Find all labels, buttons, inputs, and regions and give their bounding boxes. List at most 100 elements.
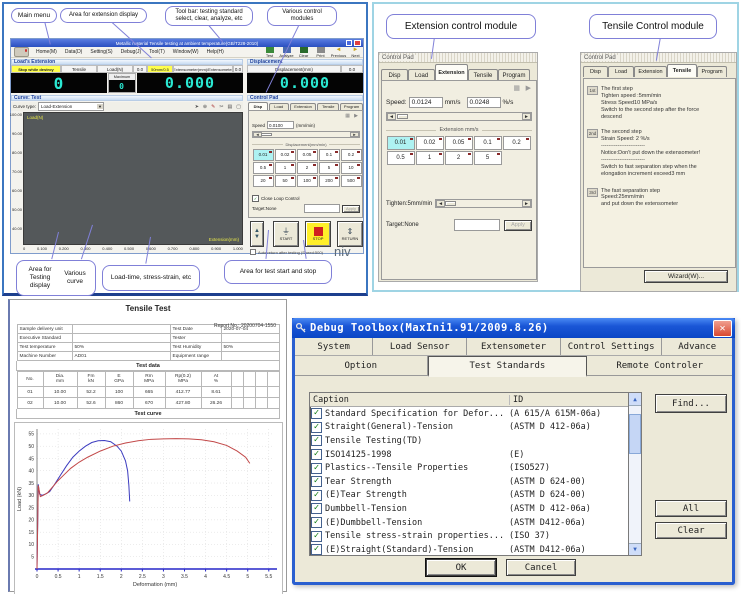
speed-20[interactable]: 20 [253,175,274,187]
checkbox-checked[interactable]: ✓ [311,503,322,514]
speed-0.01[interactable]: 0.01 [387,136,415,150]
checkbox-checked[interactable]: ✓ [311,422,322,433]
speed-slider[interactable]: ◄► [386,112,532,121]
toolbar-clear-button[interactable]: Clear [295,47,312,58]
list-item[interactable]: ✓Plastics--Tensile Properties(ISO527) [310,461,628,475]
list-item[interactable]: ✓Tear Strength(ASTM D 624-00) [310,475,628,489]
apply-button[interactable]: Apply [342,205,360,213]
find-button[interactable]: Find... [655,394,727,413]
tighten-slider[interactable]: ◄► [435,199,532,208]
tab-disp[interactable]: Disp [583,66,608,77]
cancel-button[interactable]: Cancel [506,559,576,576]
chart-mini-icon[interactable]: ▦ [513,84,520,92]
stop-while-destroy[interactable]: Stop while destroy [11,65,61,73]
speed-0.5[interactable]: 0.5 [253,162,274,174]
list-item[interactable]: ✓Tensile Testing(TD) [310,434,628,448]
list-item[interactable]: ✓ISO14125-1998(E) [310,448,628,462]
stop-button[interactable]: STOP [305,221,331,247]
speed-10[interactable]: 10 [341,162,362,174]
print-curve-icon[interactable]: ▤ [228,104,233,110]
curve-plot-area[interactable]: Load(N) Extension(mm) [23,112,243,245]
tab-tensile[interactable]: Tensile [667,64,697,77]
target-input[interactable] [304,204,340,213]
tab-extension[interactable]: Extension [435,64,468,81]
column-caption[interactable]: Caption [310,395,510,405]
all-button[interactable]: All [655,500,727,517]
pen-icon[interactable]: ✎ [211,104,215,110]
tab-control-settings[interactable]: Control Settings [561,338,663,355]
speed-0.1[interactable]: 0.1 [319,149,340,161]
scroll-up-icon[interactable]: ▲ [629,393,641,406]
speed-0.02[interactable]: 0.02 [275,149,296,161]
menu-item-debug[interactable]: Debug(J) [121,49,142,55]
speed-5[interactable]: 5 [474,151,502,165]
speed-pct-input[interactable]: 0.0248 [467,97,501,108]
menu-item-setting[interactable]: Setting(S) [90,49,112,55]
speed-2[interactable]: 2 [297,162,318,174]
tab-load[interactable]: Load [608,66,634,77]
ok-button[interactable]: OK [426,559,496,576]
checkbox-checked[interactable]: ✓ [311,476,322,487]
play-icon[interactable]: ▶ [526,84,531,92]
list-item[interactable]: ✓Tensile stress-strain properties...(ISO… [310,529,628,543]
tab-disp[interactable]: Disp [248,102,268,110]
close-loop-checkbox[interactable]: ✓ [252,195,259,202]
tab-load-sensor[interactable]: Load Sensor [373,338,467,355]
jog-button[interactable]: ▲ ▼ [250,221,264,247]
checkbox-checked[interactable]: ✓ [311,408,322,419]
speed-input[interactable]: 0.0100 [267,121,294,129]
checkbox-checked[interactable]: ✓ [311,531,322,542]
minimize-button[interactable] [346,40,352,46]
tab-remote-controler[interactable]: Remote Controler [587,356,732,375]
speed-2[interactable]: 2 [445,151,473,165]
tab-extensometer[interactable]: Extensometer [467,338,561,355]
checkbox-checked[interactable]: ✓ [311,449,322,460]
list-item[interactable]: ✓(E)Tear Strength(ASTM D 624-00) [310,489,628,503]
target-input[interactable] [454,219,500,231]
toolbar-next-button[interactable]: ►Next [348,47,363,58]
tab-extension[interactable]: Extension [634,66,667,77]
tab-advance[interactable]: Advance [662,338,732,355]
wizard-button[interactable]: Wizard(W)... [644,270,728,283]
checkbox-checked[interactable]: ✓ [311,544,322,555]
tab-load[interactable]: Load [269,103,289,110]
checkbox-checked[interactable]: ✓ [311,463,322,474]
speed-0.2[interactable]: 0.2 [503,136,531,150]
speed-0.02[interactable]: 0.02 [416,136,444,150]
chart-mini-icon[interactable]: ▦ [345,113,350,119]
auto-return-checkbox[interactable] [250,249,256,255]
speed-0.5[interactable]: 0.5 [387,151,415,165]
speed-slider[interactable]: ◄► [252,131,360,138]
scroll-down-icon[interactable]: ▼ [629,543,641,555]
window-icon[interactable]: ▢ [236,104,241,110]
speed-500[interactable]: 500 [341,175,362,187]
column-id[interactable]: ID [510,395,628,405]
menu-item-home[interactable]: Home(M) [36,49,57,55]
checkbox-checked[interactable]: ✓ [311,435,322,446]
speed-0.05[interactable]: 0.05 [297,149,318,161]
tab-tensile[interactable]: Tensile [317,103,339,110]
close-button[interactable] [354,40,361,46]
tab-test-standards[interactable]: Test Standards [428,356,588,377]
speed-100[interactable]: 100 [297,175,318,187]
start-button[interactable]: ⏚ START [273,221,299,247]
dialog-title-bar[interactable]: Debug Toolbox(MaxIni1.91/2009.8.26) ✕ [292,318,735,338]
speed-0.01[interactable]: 0.01 [253,149,274,161]
checkbox-checked[interactable]: ✓ [311,517,322,528]
speed-5[interactable]: 5 [319,162,340,174]
list-item[interactable]: ✓(E)Straight(Standard)-Tension(ASTM D412… [310,543,628,556]
cursor-icon[interactable]: ➤ [195,104,199,110]
speed-mm-input[interactable]: 0.0124 [409,97,443,108]
speed-50[interactable]: 50 [275,175,296,187]
toolbar-test-button[interactable]: Test [261,47,278,58]
speed-0.2[interactable]: 0.2 [341,149,362,161]
list-item[interactable]: ✓Straight(General)-Tension(ASTM D 412-06… [310,421,628,435]
zoom-in-icon[interactable]: ⊕ [203,104,207,110]
curve-type-select[interactable]: Load-Extension▼ [38,102,104,111]
list-scrollbar[interactable]: ▲ ▼ [629,392,642,556]
speed-1[interactable]: 1 [416,151,444,165]
scroll-thumb[interactable] [629,414,641,454]
speed-0.1[interactable]: 0.1 [474,136,502,150]
checkbox-checked[interactable]: ✓ [311,490,322,501]
scissors-icon[interactable]: ✂ [219,104,223,110]
